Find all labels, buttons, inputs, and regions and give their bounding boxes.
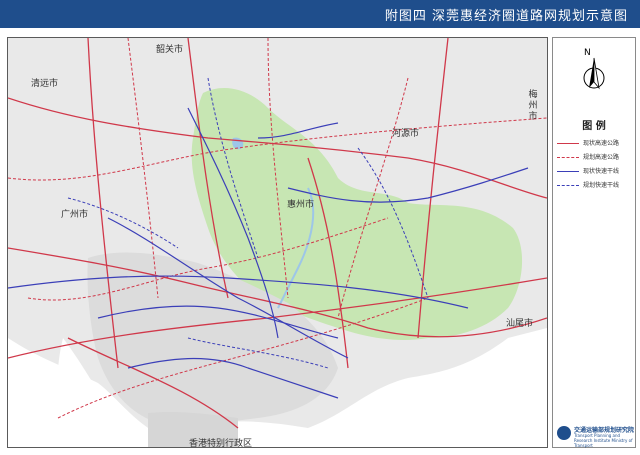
legend-title: 图 例: [582, 121, 606, 132]
legend-swatch: [557, 171, 579, 172]
organization-logo-icon: [557, 426, 571, 440]
legend-swatch: [557, 143, 579, 144]
legend-label: 规划高速公路: [583, 154, 620, 161]
legend-item-existing-expressway: 现状高速公路: [557, 138, 635, 150]
legend-panel: N 图 例 现状高速公路 规划高速公路 现状快速干线 规划快速干线 交通运输部规…: [552, 37, 636, 448]
city-label-qingyuan: 清远市: [31, 79, 59, 89]
legend-swatch: [557, 157, 579, 158]
legend-label: 现状快速干线: [583, 168, 620, 175]
city-label-hongkong: 香港特别行政区: [189, 439, 253, 448]
city-label-meizhou: 梅州市: [528, 90, 538, 122]
map-area[interactable]: 韶关市 清远市 梅州市 河源市 广州市 惠州市 汕尾市 香港特别行政区: [7, 37, 548, 448]
city-label-shaoguan: 韶关市: [156, 45, 184, 55]
city-label-heyuan: 河源市: [392, 129, 420, 139]
road-network-map: [8, 38, 547, 447]
legend-swatch: [557, 185, 579, 186]
legend-item-planned-arterial: 规划快速干线: [557, 180, 635, 192]
city-label-guangzhou: 广州市: [61, 210, 89, 220]
north-label: N: [584, 48, 591, 58]
city-label-huizhou: 惠州市: [287, 200, 315, 210]
legend-label: 现状高速公路: [583, 140, 620, 147]
city-label-shanwei: 汕尾市: [506, 319, 534, 329]
legend-label: 规划快速干线: [583, 182, 620, 189]
legend-item-existing-arterial: 现状快速干线: [557, 166, 635, 178]
north-arrow-icon: [577, 46, 611, 104]
map-title: 附图四 深莞惠经济圈道路网规划示意图: [384, 9, 628, 24]
title-bar: 附图四 深莞惠经济圈道路网规划示意图: [0, 0, 640, 28]
legend-item-planned-expressway: 规划高速公路: [557, 152, 635, 164]
organization-name-en: Transport Planning and Research Institut…: [574, 433, 633, 448]
